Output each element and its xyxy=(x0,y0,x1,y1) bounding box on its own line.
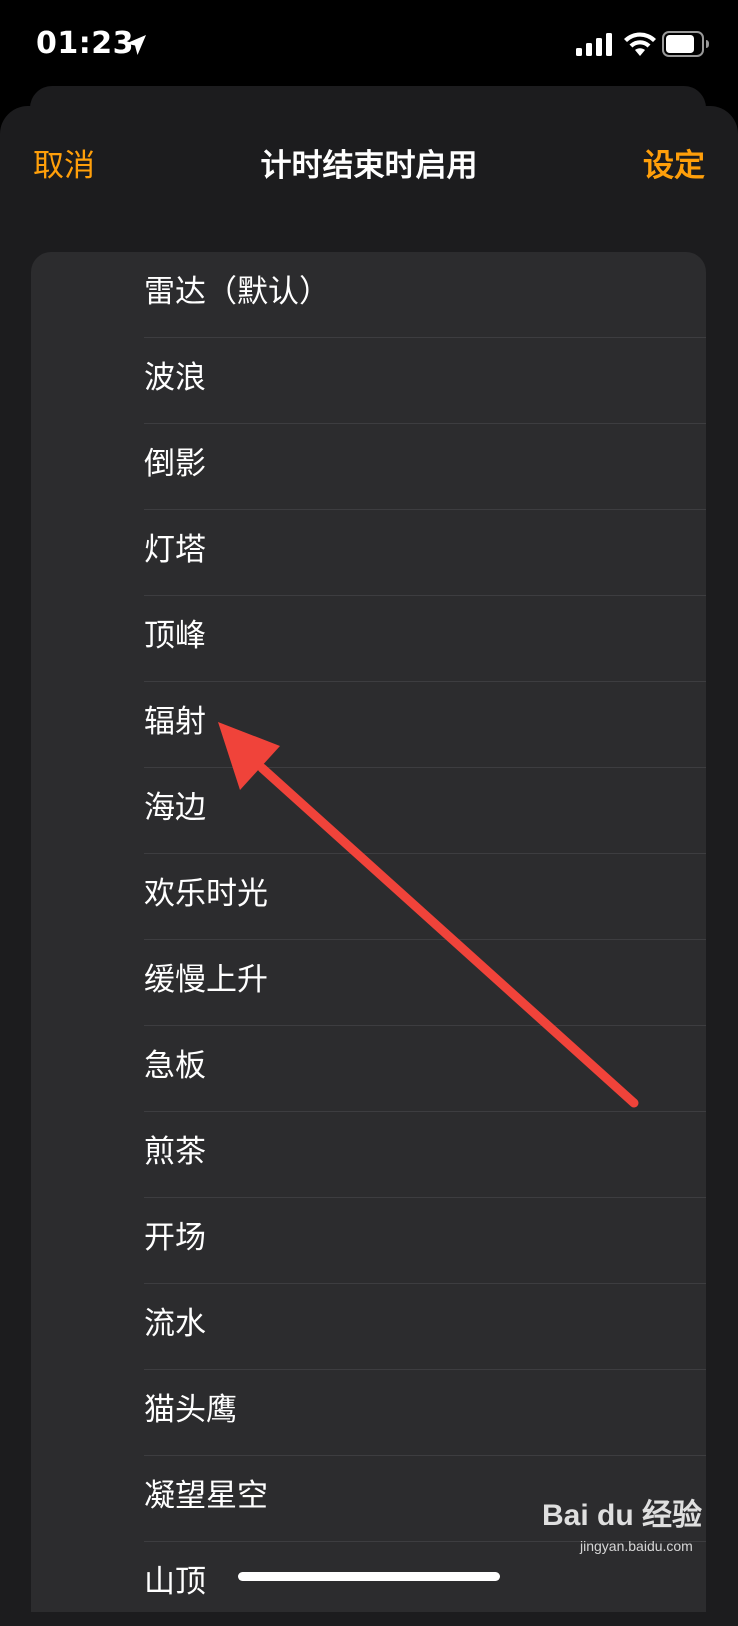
sound-item-label: 顶峰 xyxy=(144,618,206,654)
watermark-logo: Bai du 经验 xyxy=(542,1499,703,1532)
sound-item[interactable]: 欢乐时光 xyxy=(31,854,706,940)
home-indicator[interactable] xyxy=(238,1572,500,1581)
sound-item[interactable]: 开场 xyxy=(31,1198,706,1284)
sound-item-label: 急板 xyxy=(144,1048,206,1084)
sound-item-label: 煎茶 xyxy=(144,1134,206,1170)
sound-item[interactable]: 灯塔 xyxy=(31,510,706,596)
location-arrow-icon xyxy=(126,35,146,55)
sound-list: 雷达（默认） 波浪 倒影 灯塔 顶峰 辐射 海边 欢乐时光 缓慢上升 急板 煎茶 xyxy=(31,252,706,1612)
sound-item-label: 凝望星空 xyxy=(144,1478,268,1514)
sound-item[interactable]: 猫头鹰 xyxy=(31,1370,706,1456)
sound-item[interactable]: 顶峰 xyxy=(31,596,706,682)
sound-item-label: 辐射 xyxy=(144,704,206,740)
wifi-icon xyxy=(624,32,656,56)
status-bar: 01:23 xyxy=(0,0,738,90)
cellular-signal-icon xyxy=(576,33,612,56)
set-button[interactable]: 设定 xyxy=(643,140,705,185)
sound-item[interactable]: 倒影 xyxy=(31,424,706,510)
sound-item-label: 缓慢上升 xyxy=(144,962,268,998)
sound-item-label: 流水 xyxy=(144,1306,206,1342)
sound-item[interactable]: 流水 xyxy=(31,1284,706,1370)
sound-item-label: 猫头鹰 xyxy=(144,1392,237,1428)
sound-item-label: 海边 xyxy=(144,790,206,826)
sound-item[interactable]: 波浪 xyxy=(31,338,706,424)
battery-icon xyxy=(662,31,709,57)
sound-item[interactable]: 雷达（默认） xyxy=(31,252,706,338)
sheet-title: 计时结束时启用 xyxy=(260,148,478,184)
cancel-button[interactable]: 取消 xyxy=(33,140,95,185)
sound-item[interactable]: 煎茶 xyxy=(31,1112,706,1198)
sound-item-label: 雷达（默认） xyxy=(144,274,330,310)
sound-item-label: 开场 xyxy=(144,1220,206,1256)
sound-item-label: 欢乐时光 xyxy=(144,876,268,912)
status-time: 01:23 xyxy=(36,26,134,61)
sound-item[interactable]: 急板 xyxy=(31,1026,706,1112)
sound-item[interactable]: 辐射 xyxy=(31,682,706,768)
baidu-watermark: Bai du 经验 jingyan.baidu.com xyxy=(540,1488,730,1568)
sound-item-label: 灯塔 xyxy=(144,532,206,568)
sound-item[interactable]: 缓慢上升 xyxy=(31,940,706,1026)
watermark-url: jingyan.baidu.com xyxy=(580,1538,693,1554)
sound-item-label: 山顶 xyxy=(144,1564,206,1600)
sound-item[interactable]: 海边 xyxy=(31,768,706,854)
sound-item-label: 倒影 xyxy=(144,446,206,482)
sound-item-label: 波浪 xyxy=(144,360,206,396)
